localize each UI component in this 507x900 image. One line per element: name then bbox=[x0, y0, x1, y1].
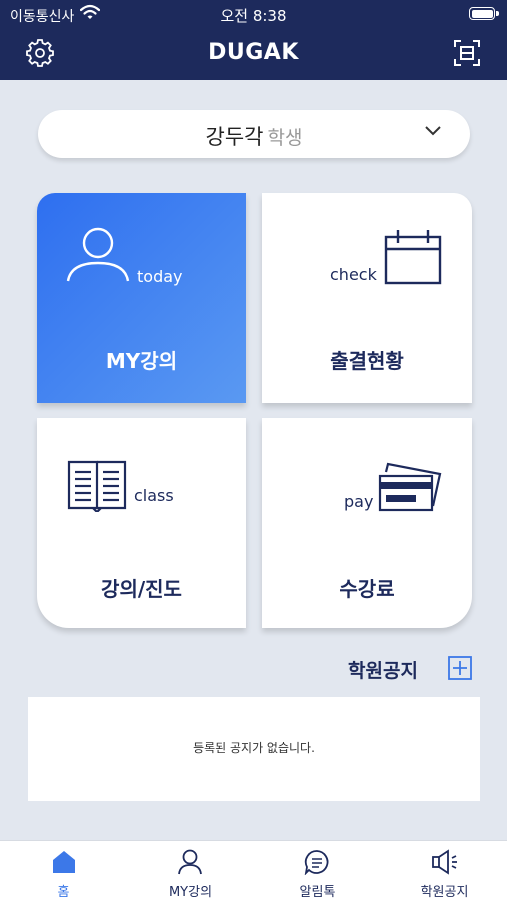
notice-section-title: 학원공지 bbox=[348, 660, 418, 682]
add-notice-button[interactable] bbox=[448, 656, 472, 680]
plus-box-icon bbox=[448, 656, 472, 680]
notice-list: 등록된 공지가 없습니다. bbox=[28, 697, 480, 801]
status-bar: 이동통신사 오전 8:38 bbox=[0, 0, 507, 28]
chevron-down-icon bbox=[425, 126, 441, 136]
chat-icon bbox=[304, 850, 329, 875]
credit-card-icon bbox=[378, 462, 442, 512]
tab-my-lecture[interactable]: MY강의 bbox=[127, 841, 254, 900]
calendar-icon bbox=[384, 230, 442, 285]
app-title: DUGAK bbox=[208, 40, 299, 65]
tile-sub-class: class bbox=[134, 486, 174, 505]
tile-label-attendance: 출결현황 bbox=[330, 349, 404, 373]
tab-notification-talk-label: 알림톡 bbox=[299, 885, 336, 900]
bottom-tab-bar: 홈 MY강의 알림톡 학원공지 bbox=[0, 840, 507, 900]
tile-label-my-lecture: MY강의 bbox=[105, 349, 178, 373]
tab-home[interactable]: 홈 bbox=[0, 841, 127, 900]
tab-academy-notice-label: 학원공지 bbox=[420, 885, 469, 900]
tab-academy-notice[interactable]: 학원공지 bbox=[381, 841, 507, 900]
tile-class-progress[interactable]: class 강의/진도 bbox=[37, 418, 246, 628]
tile-tuition[interactable]: pay 수강료 bbox=[262, 418, 472, 628]
tile-sub-check: check bbox=[330, 265, 377, 284]
status-time: 오전 8:38 bbox=[220, 7, 287, 25]
battery-icon bbox=[469, 7, 495, 20]
tile-attendance[interactable]: check 출결현황 bbox=[262, 193, 472, 403]
person-icon bbox=[178, 849, 202, 875]
tile-sub-today: today bbox=[137, 267, 183, 286]
home-icon bbox=[53, 851, 75, 873]
scan-icon bbox=[454, 40, 480, 66]
scan-button[interactable] bbox=[453, 39, 481, 67]
tab-home-label: 홈 bbox=[57, 885, 70, 900]
person-icon bbox=[66, 227, 130, 282]
tile-label-tuition: 수강료 bbox=[339, 577, 395, 601]
book-icon bbox=[67, 460, 127, 512]
tab-my-lecture-label: MY강의 bbox=[168, 885, 213, 900]
selector-text: 강두각 학생 bbox=[38, 121, 470, 151]
tile-label-class-progress: 강의/진도 bbox=[101, 577, 182, 601]
notice-empty-message: 등록된 공지가 없습니다. bbox=[193, 741, 315, 755]
app-header: 이동통신사 오전 8:38 DUGAK bbox=[0, 0, 507, 80]
student-name: 강두각 bbox=[205, 125, 264, 149]
nav-bar: DUGAK bbox=[0, 30, 507, 76]
student-selector[interactable]: 강두각 학생 bbox=[38, 110, 470, 158]
megaphone-icon bbox=[432, 849, 457, 875]
tab-notification-talk[interactable]: 알림톡 bbox=[254, 841, 381, 900]
student-role: 학생 bbox=[267, 127, 303, 149]
tile-sub-pay: pay bbox=[344, 492, 374, 511]
battery-cap bbox=[496, 11, 499, 16]
tile-my-lecture[interactable]: today MY강의 bbox=[37, 193, 246, 403]
